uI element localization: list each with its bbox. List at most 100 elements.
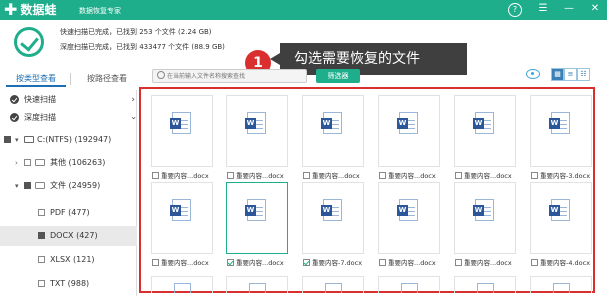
file-card[interactable]: W (151, 95, 213, 167)
menu-icon[interactable]: ☰ (536, 3, 550, 17)
file-card-partial[interactable] (226, 276, 288, 293)
partial-checkbox-icon[interactable] (4, 136, 11, 143)
search-input[interactable] (167, 71, 303, 81)
checkbox-icon[interactable] (38, 209, 45, 216)
checkbox-icon[interactable] (379, 172, 386, 179)
word-document-icon: W (245, 112, 266, 134)
detail-view-icon[interactable]: ☷ (577, 68, 590, 81)
filter-button[interactable]: 筛选器 (316, 69, 360, 83)
document-line (181, 128, 188, 129)
word-document-icon (174, 283, 191, 293)
file-item-label[interactable]: 重要内容...docx (379, 257, 436, 267)
checkbox-icon[interactable] (38, 256, 45, 263)
minimize-icon[interactable]: — (562, 3, 576, 17)
file-card[interactable]: W (454, 182, 516, 254)
close-icon[interactable]: ✕ (588, 3, 602, 17)
file-card-partial[interactable] (378, 276, 440, 293)
file-card[interactable]: W (454, 95, 516, 167)
checkbox-icon[interactable] (455, 259, 462, 266)
chevron-right-icon[interactable]: › (131, 90, 135, 110)
document-line (560, 207, 567, 208)
folder-icon (35, 159, 45, 166)
preview-eye-icon[interactable] (526, 69, 540, 79)
expand-down-icon[interactable]: ▾ (15, 130, 19, 150)
checkbox-icon[interactable] (455, 172, 462, 179)
partial-checkbox-icon[interactable] (38, 232, 45, 239)
file-item-label[interactable]: 重要内容-7.docx (303, 257, 362, 267)
checkbox-icon[interactable] (379, 259, 386, 266)
checkbox-icon[interactable] (227, 172, 234, 179)
sidebar-item-pdf[interactable]: PDF (477) (0, 203, 137, 223)
checkbox-icon[interactable] (531, 259, 538, 266)
grid-view-icon[interactable]: ▦ (551, 68, 564, 81)
file-card-partial[interactable] (302, 276, 364, 293)
word-document-icon (553, 283, 570, 293)
file-name: 重要内容...docx (464, 259, 512, 267)
checkbox-icon[interactable] (303, 172, 310, 179)
checkbox-icon[interactable] (38, 280, 45, 287)
sidebar-item-other[interactable]: › 其他 (106263) (0, 153, 137, 173)
list-view-icon[interactable]: ≡ (564, 68, 577, 81)
file-card[interactable]: W (530, 95, 592, 167)
file-card-partial[interactable] (454, 276, 516, 293)
radio-checked-icon[interactable] (10, 113, 19, 122)
file-item-label[interactable]: 重要内容-3.docx (531, 170, 590, 180)
checkbox-icon[interactable] (152, 259, 159, 266)
file-card[interactable]: W (302, 95, 364, 167)
help-icon[interactable]: ? (508, 3, 522, 17)
sidebar-item-txt[interactable]: TXT (988) (0, 274, 137, 294)
sidebar-item-documents[interactable]: ▾ 文件 (24959) (0, 176, 137, 196)
file-item-label[interactable]: 重要内容...docx (455, 257, 512, 267)
word-badge-icon: W (397, 205, 408, 216)
file-card[interactable]: W (226, 182, 288, 254)
document-line (560, 128, 567, 129)
word-document-icon (249, 283, 266, 293)
word-document-icon: W (321, 112, 342, 134)
partial-checkbox-icon[interactable] (24, 182, 31, 189)
file-item-label[interactable]: 重要内容...docx (303, 170, 360, 180)
sidebar-item-deep-scan[interactable]: 深度扫描 › (0, 108, 138, 128)
file-item-label[interactable]: 重要内容...docx (379, 170, 436, 180)
file-item-label[interactable]: 重要内容-4.docx (531, 257, 590, 267)
checkbox-icon[interactable] (531, 172, 538, 179)
checkbox-icon[interactable] (24, 159, 31, 166)
file-card[interactable]: W (302, 182, 364, 254)
radio-checked-icon[interactable] (10, 95, 19, 104)
word-document-icon: W (549, 112, 570, 134)
file-card[interactable]: W (378, 95, 440, 167)
file-item-label[interactable]: 重要内容...docx (455, 170, 512, 180)
document-line (408, 215, 415, 216)
word-document-icon: W (397, 112, 418, 134)
instruction-callout: 勾选需要恢复的文件 (270, 43, 467, 75)
sidebar-item-xlsx[interactable]: XLSX (121) (0, 250, 137, 270)
file-card[interactable]: W (151, 182, 213, 254)
file-item-label[interactable]: 重要内容...docx (227, 170, 284, 180)
tab-by-type[interactable]: 按类型查看 (6, 71, 66, 87)
word-badge-icon: W (549, 118, 560, 129)
file-item-label[interactable]: 重要内容...docx (227, 257, 284, 267)
file-card[interactable]: W (530, 182, 592, 254)
word-document-icon: W (170, 199, 191, 221)
file-item-label[interactable]: 重要内容...docx (152, 257, 209, 267)
file-card-partial[interactable] (151, 276, 213, 293)
sidebar-item-docx[interactable]: DOCX (427) (0, 226, 137, 246)
expand-down-icon[interactable]: ▾ (15, 176, 19, 196)
file-item-label[interactable]: 重要内容...docx (152, 170, 209, 180)
checkbox-checked-icon[interactable] (303, 259, 310, 266)
document-folder-icon (35, 182, 45, 189)
file-name: 重要内容-3.docx (540, 172, 591, 180)
checkbox-icon[interactable] (152, 172, 159, 179)
file-name: 重要内容-7.docx (312, 259, 363, 267)
scan-complete-check-icon (14, 27, 44, 57)
search-box[interactable] (152, 69, 307, 83)
document-line (181, 211, 188, 212)
sidebar-item-drive[interactable]: ▾ C:(NTFS) (192947) (0, 130, 137, 150)
tab-by-path[interactable]: 按路径查看 (76, 71, 138, 87)
checkbox-checked-icon[interactable] (227, 259, 234, 266)
file-card[interactable]: W (378, 182, 440, 254)
sidebar-item-quick-scan[interactable]: 快速扫描 › (0, 90, 137, 110)
expand-right-icon[interactable]: › (15, 153, 18, 173)
file-card[interactable]: W (226, 95, 288, 167)
tab-divider (70, 73, 71, 85)
file-card-partial[interactable] (530, 276, 592, 293)
